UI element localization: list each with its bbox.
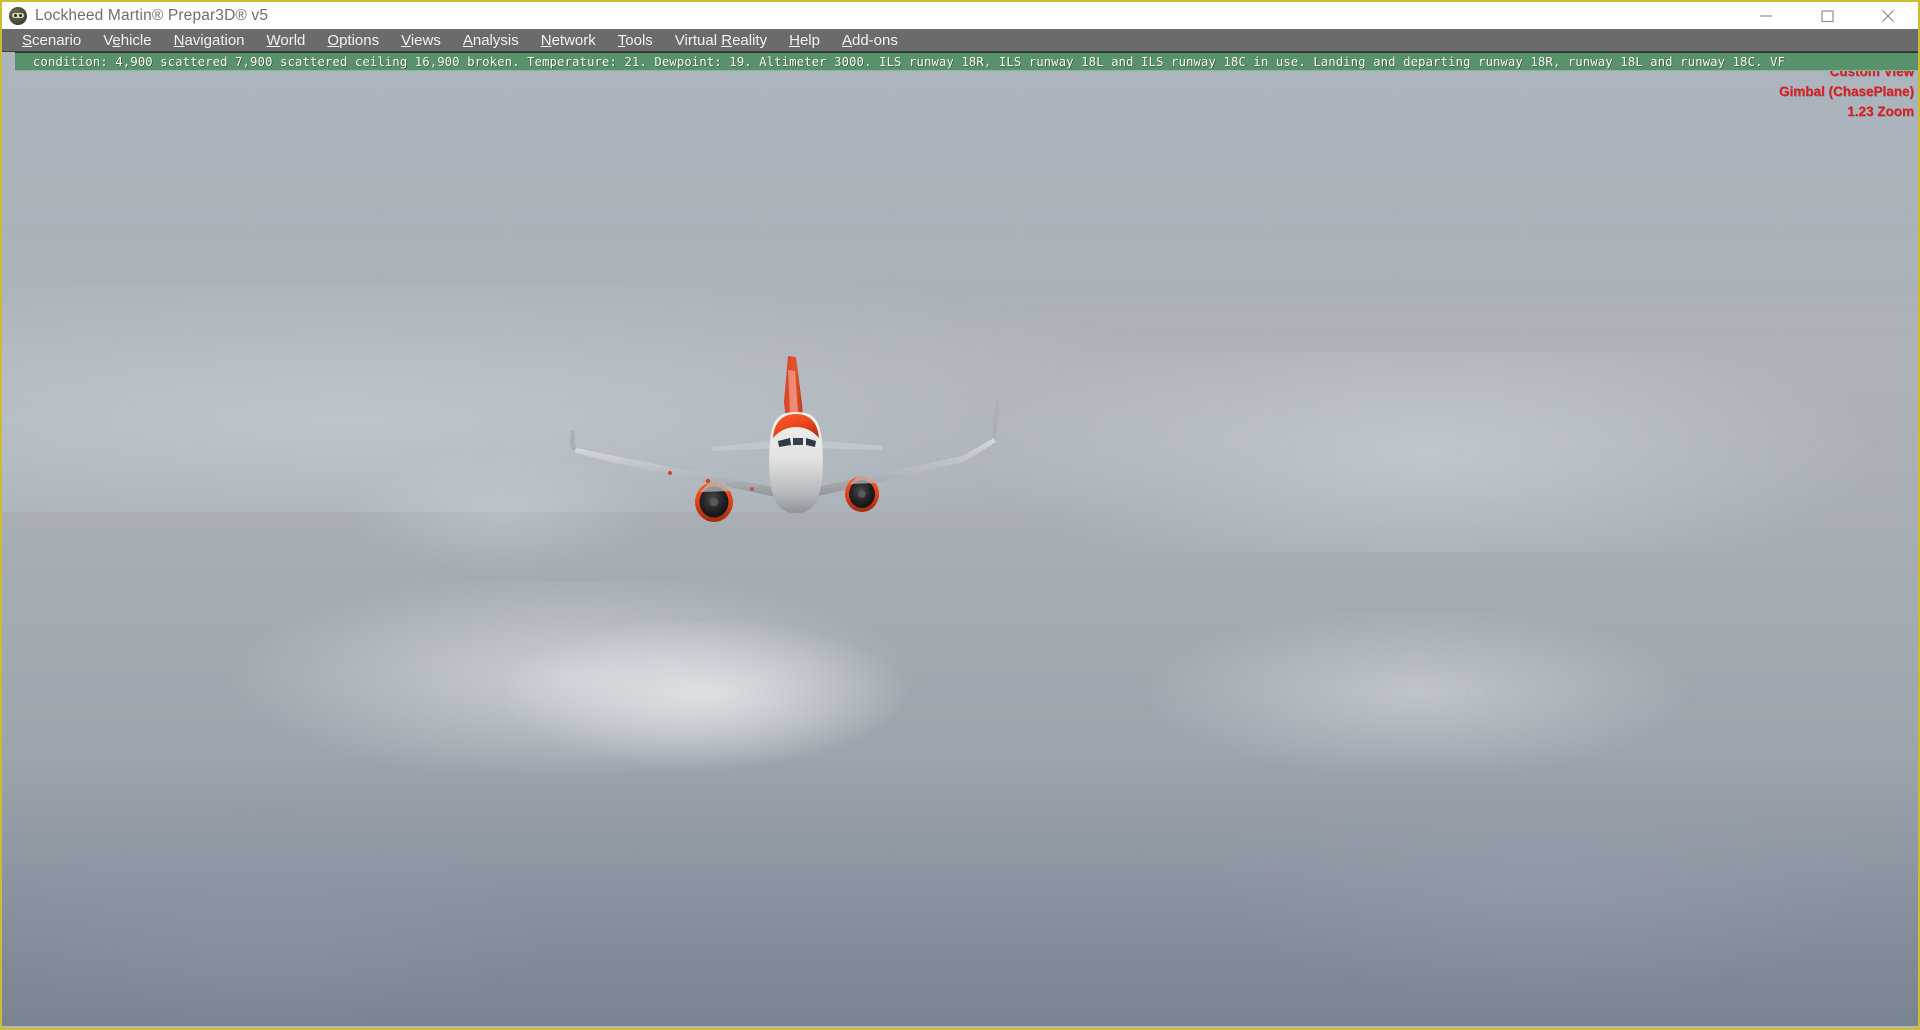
winglet-left <box>570 430 576 452</box>
cloud-bank-bright <box>452 622 1012 772</box>
view-info-camera-mode: Gimbal (ChasePlane) <box>1778 84 1914 99</box>
close-button[interactable] <box>1857 2 1918 29</box>
terrain-patch-west <box>2 812 652 1028</box>
atis-status-text: condition: 4,900 scattered 7,900 scatter… <box>33 54 1786 69</box>
minimize-icon <box>1759 14 1772 17</box>
terrain-patch-east <box>1152 772 1918 1028</box>
menu-item-scenario[interactable]: Scenario <box>11 29 92 52</box>
menu-item-analysis[interactable]: Analysis <box>452 29 530 52</box>
menu-item-label: avigation <box>184 31 245 49</box>
window-title: Lockheed Martin® Prepar3D® v5 <box>35 6 269 24</box>
wing-light-inner <box>750 487 754 491</box>
close-icon <box>1881 9 1894 22</box>
menu-item-label: eality <box>732 31 768 49</box>
menu-item-network[interactable]: Network <box>530 29 607 52</box>
menu-item-label: iews <box>410 31 441 49</box>
winglet-right <box>992 400 999 442</box>
menu-item-label: etwork <box>551 31 596 49</box>
cockpit-window-center <box>793 438 803 445</box>
simulator-3d-viewport[interactable]: Custom View Gimbal (ChasePlane) 1.23 Zoo… <box>2 52 1918 1028</box>
menu-item-vehicle[interactable]: Vehicle <box>92 29 162 52</box>
menu-item-virtual-reality[interactable]: Virtual Reality <box>664 29 778 52</box>
menu-item-label: ptions <box>339 31 380 49</box>
stabilizer-right <box>812 440 883 450</box>
engine-right <box>845 476 879 512</box>
menu-item-views[interactable]: Views <box>390 29 452 52</box>
title-bar: Lockheed Martin® Prepar3D® v5 <box>2 2 1918 29</box>
menu-item-help[interactable]: Help <box>778 29 831 52</box>
minimize-button[interactable] <box>1735 2 1796 29</box>
cloud-patch-right <box>902 352 1918 552</box>
maximize-icon <box>1820 9 1834 22</box>
menu-item-label: elp <box>799 31 820 49</box>
window-controls <box>1735 2 1918 29</box>
menu-item-navigation[interactable]: Navigation <box>163 29 256 52</box>
lower-terrain-haze <box>2 752 1918 1028</box>
sky-haze-layer <box>2 52 1918 352</box>
cloud-bank-center <box>122 582 1022 772</box>
atis-status-bar: condition: 4,900 scattered 7,900 scatter… <box>15 52 1918 71</box>
engine-left <box>695 482 733 522</box>
menu-item-world[interactable]: World <box>256 29 317 52</box>
prepar3d-app-icon <box>9 6 27 25</box>
menu-item-tools[interactable]: Tools <box>607 29 664 52</box>
cloud-bank-east <box>1032 612 1732 772</box>
menu-item-label: cenario <box>32 31 82 49</box>
menu-item-label: orld <box>280 31 306 49</box>
menu-item-label: nalysis <box>472 31 519 49</box>
wing-light-left2 <box>668 471 672 475</box>
view-info-overlay: Custom View Gimbal (ChasePlane) 1.23 Zoo… <box>1779 62 1914 122</box>
menu-item-label: ools <box>625 31 653 49</box>
view-info-zoom-level: 1.23 Zoom <box>1847 104 1914 119</box>
menu-bar: Scenario Vehicle Navigation World Option… <box>2 29 1918 52</box>
menu-item-label: dd-ons <box>851 31 898 49</box>
menu-item-label: hicle <box>120 31 152 49</box>
wing-light-left <box>705 478 711 484</box>
maximize-button[interactable] <box>1796 2 1857 29</box>
menu-item-addons[interactable]: Add-ons <box>831 29 909 52</box>
menu-item-options[interactable]: Options <box>316 29 390 52</box>
window-bottom-edge <box>2 1026 1918 1028</box>
app-window: Lockheed Martin® Prepar3D® v5 Scenario V… <box>0 0 1920 1030</box>
wing-left <box>574 448 778 497</box>
aircraft-model <box>570 356 999 522</box>
